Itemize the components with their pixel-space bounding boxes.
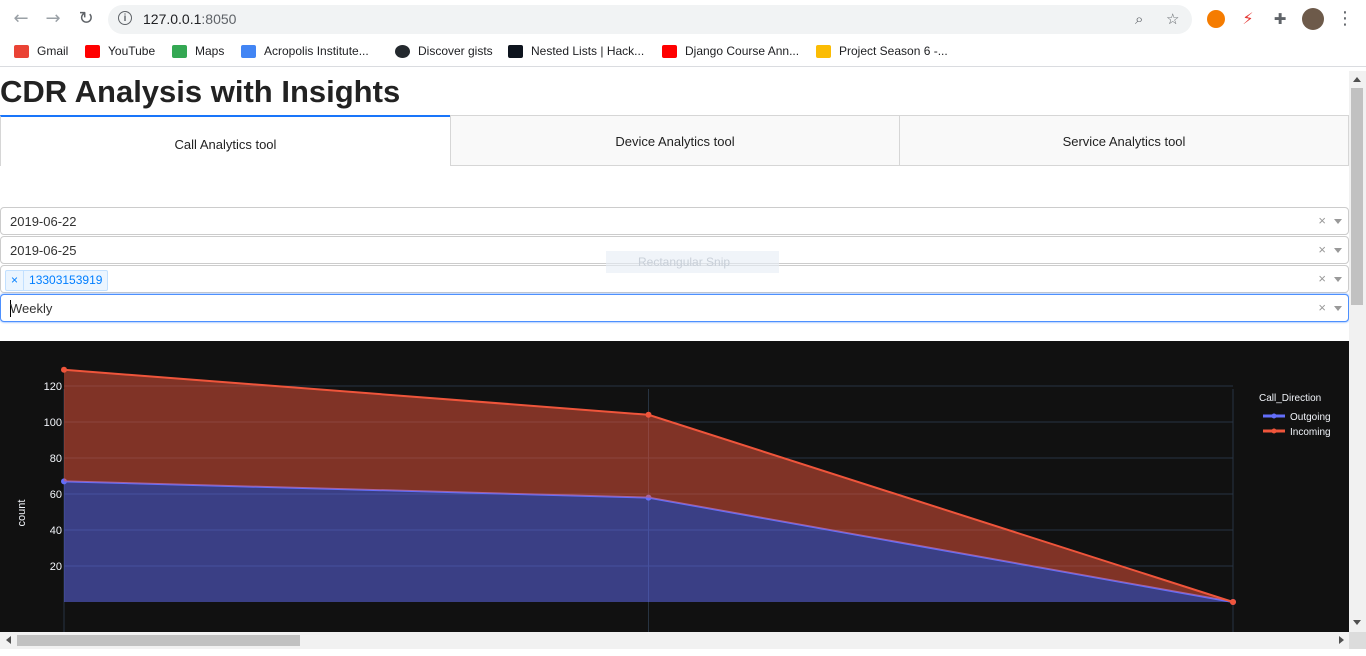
profile-avatar[interactable] [1302,8,1324,30]
call-direction-chart: 20 40 60 80 100 120 count Call_Direction Outgoin… [0,341,1349,632]
address-bar[interactable]: i 127.0.0.1:8050 ⌕ ☆ [108,5,1192,34]
y-tick-label: 40 [50,525,62,537]
bookmark-maps[interactable]: Maps [172,44,224,59]
remove-chip-icon[interactable]: × [6,271,25,290]
bookmark-project[interactable]: Project Season 6 -... [816,44,948,59]
chevron-down-icon[interactable] [1334,248,1342,253]
window-bottom-edge [0,649,1366,656]
scroll-right-icon[interactable] [1339,636,1344,644]
y-tick-label: 60 [50,489,62,501]
bookmarks-bar: Gmail YouTube Maps Acropolis Institute..… [0,38,1366,67]
clear-icon[interactable]: × [1318,213,1326,228]
back-icon[interactable]: ← [10,8,32,30]
scrollbar-corner [1349,632,1366,649]
tab-bar: Call Analytics tool Device Analytics too… [0,115,1349,167]
chevron-down-icon[interactable] [1334,277,1342,282]
browser-toolbar: ← → ↻ i 127.0.0.1:8050 ⌕ ☆ ⚡ ✚ ⋮ [0,0,1366,38]
start-date-value: 2019-06-22 [10,214,77,229]
bookmark-hackerrank[interactable]: Nested Lists | Hack... [508,44,644,59]
start-date-dropdown[interactable]: 2019-06-22 × [0,207,1349,235]
page-title: CDR Analysis with Insights [0,74,401,109]
end-date-value: 2019-06-25 [10,243,77,258]
extension-bolt-icon[interactable]: ⚡ [1239,10,1257,28]
maps-icon [172,45,187,59]
chip-label: 13303153919 [29,273,103,287]
url-text[interactable]: 127.0.0.1:8050 [143,11,236,27]
youtube-icon [662,45,677,59]
page-content: CDR Analysis with Insights Call Analytic… [0,71,1349,632]
point-incoming [645,411,652,418]
zoom-icon[interactable]: ⌕ [1135,10,1143,28]
legend-marker-outgoing [1271,413,1277,419]
vertical-scroll-thumb[interactable] [1351,88,1363,305]
report-type-value: Weekly [10,301,53,316]
chevron-down-icon[interactable] [1334,219,1342,224]
point-incoming [61,366,67,373]
reload-icon[interactable]: ↻ [75,8,97,30]
bookmark-youtube[interactable]: YouTube [85,44,155,59]
point-incoming [1230,599,1236,605]
y-tick-label: 100 [44,417,62,429]
bookmark-acropolis[interactable]: Acropolis Institute... [241,44,369,59]
clear-icon[interactable]: × [1318,271,1326,286]
legend-label-incoming: Incoming [1290,427,1331,438]
vertical-scrollbar[interactable] [1349,71,1366,632]
scroll-up-icon[interactable] [1353,77,1361,82]
bookmark-gists[interactable]: Discover gists [395,44,493,59]
legend-title: Call_Direction [1259,393,1321,404]
extension-orange-icon[interactable] [1207,10,1225,28]
report-type-dropdown[interactable]: Weekly × [0,294,1349,322]
menu-kebab-icon[interactable]: ⋮ [1334,8,1356,30]
hackerrank-icon [508,45,523,59]
legend-label-outgoing: Outgoing [1290,412,1331,423]
bookmark-star-icon[interactable]: ☆ [1166,10,1179,28]
y-tick-label: 80 [50,453,62,465]
selected-value-chip: × 13303153919 [5,270,109,291]
y-tick-label: 20 [50,561,62,573]
y-tick-label: 120 [44,381,62,393]
chart-svg: 20 40 60 80 100 120 count Call_Direction Outgoin… [16,366,1331,632]
youtube-icon [85,45,100,59]
horizontal-scrollbar[interactable] [0,632,1349,649]
site-info-icon[interactable]: i [118,11,132,25]
tab-call-analytics[interactable]: Call Analytics tool [0,115,451,166]
tab-service-analytics[interactable]: Service Analytics tool [899,115,1349,166]
bookmark-gmail[interactable]: Gmail [14,44,68,59]
legend-marker-incoming [1271,428,1277,434]
tab-device-analytics[interactable]: Device Analytics tool [450,115,900,166]
rectangular-snip-overlay: Rectangular Snip [606,251,779,273]
bookmark-django[interactable]: Django Course Ann... [662,44,799,59]
chevron-down-icon[interactable] [1334,306,1342,311]
acropolis-icon [241,45,256,59]
extensions-puzzle-icon[interactable]: ✚ [1271,10,1289,28]
github-icon [395,45,410,59]
y-axis-label: count [16,500,28,527]
forward-icon[interactable]: → [42,8,64,30]
google-drive-icon [816,45,831,59]
clear-icon[interactable]: × [1318,300,1326,315]
horizontal-scroll-thumb[interactable] [17,635,300,646]
clear-icon[interactable]: × [1318,242,1326,257]
scroll-down-icon[interactable] [1353,620,1361,625]
gmail-icon [14,45,29,59]
scroll-left-icon[interactable] [6,636,11,644]
